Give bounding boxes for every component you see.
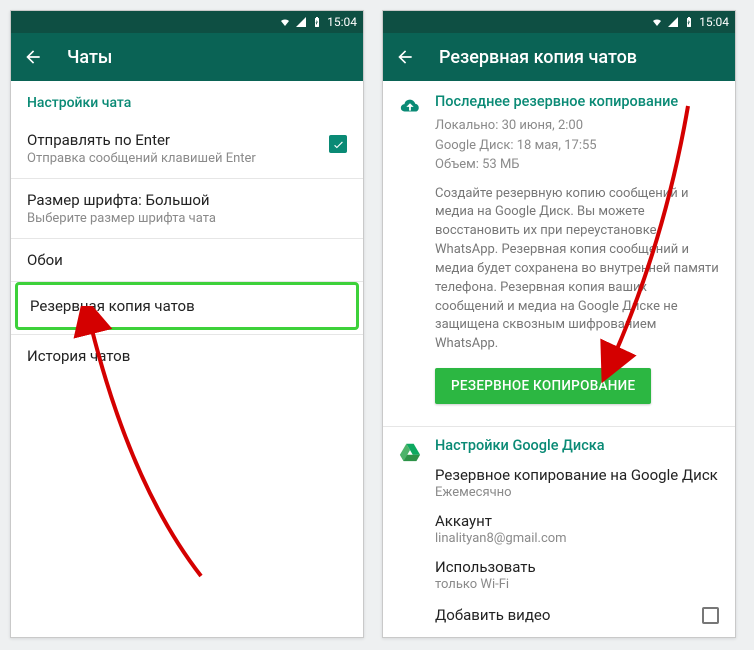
row-title: Размер шрифта: Большой — [27, 191, 347, 209]
status-bar: 15:04 — [11, 11, 363, 33]
row-value: linalityan8@gmail.com — [435, 531, 719, 546]
gdrive-title: Настройки Google Диска — [435, 437, 719, 454]
row-font-size[interactable]: Размер шрифта: Большой Выберите размер ш… — [11, 179, 363, 239]
row-sub: Отправка сообщений клавишей Enter — [27, 151, 347, 166]
row-wallpaper[interactable]: Обои — [11, 239, 363, 282]
row-label: Использовать — [435, 558, 719, 576]
row-account[interactable]: Аккаунт linalityan8@gmail.com — [435, 506, 719, 552]
battery-icon — [683, 16, 695, 28]
row-title: Резервная копия чатов — [30, 297, 344, 315]
row-backup-highlighted[interactable]: Резервная копия чатов — [15, 282, 359, 330]
row-send-on-enter[interactable]: Отправлять по Enter Отправка сообщений к… — [11, 119, 363, 179]
app-bar: Резервная копия чатов — [383, 33, 735, 81]
back-arrow-icon[interactable] — [395, 47, 415, 67]
row-label: Добавить видео — [435, 606, 550, 624]
wifi-icon — [279, 16, 291, 28]
row-value: Ежемесячно — [435, 485, 719, 500]
row-title: Отправлять по Enter — [27, 131, 347, 149]
backup-local: Локально: 30 июня, 2:00 — [435, 116, 719, 136]
row-label: Аккаунт — [435, 512, 719, 530]
backup-size: Объем: 53 МБ — [435, 155, 719, 175]
status-time: 15:04 — [327, 15, 357, 29]
wifi-icon — [651, 16, 663, 28]
cloud-upload-icon — [399, 95, 421, 117]
phone-right: 15:04 Резервная копия чатов Последнее ре… — [382, 10, 736, 638]
screen-title: Резервная копия чатов — [439, 47, 637, 68]
backup-button[interactable]: РЕЗЕРВНОЕ КОПИРОВАНИЕ — [435, 368, 651, 404]
signal-icon — [295, 16, 307, 28]
row-label: Резервное копирование на Google Диск — [435, 466, 719, 484]
back-arrow-icon[interactable] — [23, 47, 43, 67]
row-network[interactable]: Использовать только Wi-Fi — [435, 552, 719, 598]
section-chat-settings: Настройки чата — [11, 81, 363, 119]
gdrive-section: Настройки Google Диска Резервное копиров… — [383, 426, 735, 636]
row-title: Обои — [27, 251, 347, 269]
battery-icon — [311, 16, 323, 28]
last-backup-section: Последнее резервное копирование Локально… — [383, 81, 735, 416]
row-backup-frequency[interactable]: Резервное копирование на Google Диск Еже… — [435, 460, 719, 506]
row-add-video[interactable]: Добавить видео — [435, 598, 719, 632]
row-history[interactable]: История чатов — [11, 335, 363, 377]
google-drive-icon — [399, 441, 421, 463]
phone-left: 15:04 Чаты Настройки чата Отправлять по … — [10, 10, 364, 638]
row-value: только Wi-Fi — [435, 577, 719, 592]
last-backup-title: Последнее резервное копирование — [435, 93, 719, 110]
screen-title: Чаты — [67, 47, 112, 68]
row-sub: Выберите размер шрифта чата — [27, 211, 347, 226]
backup-description: Создайте резервную копию сообщений и мед… — [435, 185, 719, 355]
status-time: 15:04 — [699, 15, 729, 29]
backup-gdrive: Google Диск: 18 мая, 17:55 — [435, 136, 719, 156]
app-bar: Чаты — [11, 33, 363, 81]
row-title: История чатов — [27, 347, 347, 365]
status-bar: 15:04 — [383, 11, 735, 33]
checkbox-checked[interactable] — [329, 135, 347, 153]
signal-icon — [667, 16, 679, 28]
check-icon — [332, 138, 345, 151]
checkbox-unchecked[interactable] — [702, 607, 719, 624]
